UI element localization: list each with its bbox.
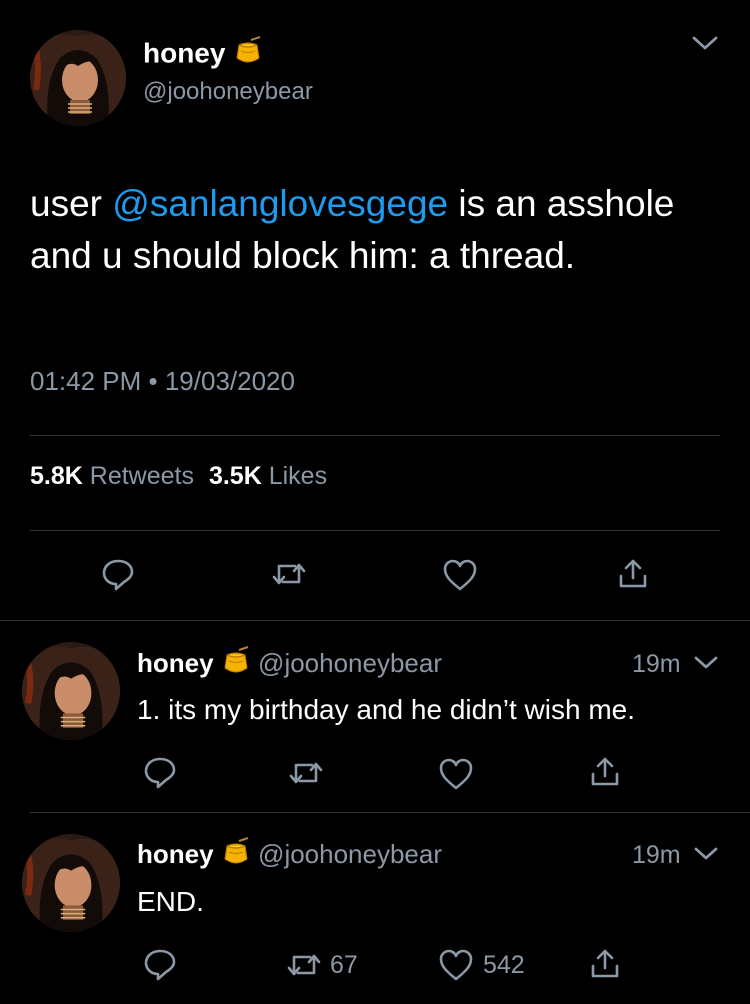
retweet-icon[interactable] (288, 757, 324, 789)
likes-stat[interactable]: 3.5K Likes (209, 462, 327, 490)
mention-link[interactable]: @sanlanglovesgege (112, 183, 448, 224)
honey-pot-icon (221, 646, 251, 684)
tweet-time: 19m (632, 841, 681, 869)
divider (30, 812, 750, 813)
likes-count: 3.5K (208, 462, 262, 490)
retweet-count: 67 (330, 951, 358, 979)
likes-label: Likes (268, 462, 328, 490)
display-name[interactable]: honey (137, 648, 214, 678)
honey-pot-icon (221, 837, 251, 875)
avatar[interactable] (22, 642, 120, 740)
reply-icon[interactable] (100, 556, 136, 592)
divider (30, 530, 720, 531)
retweets-count: 5.8K (30, 462, 83, 490)
like-icon[interactable] (442, 558, 478, 592)
divider (0, 620, 750, 621)
chevron-down-icon[interactable] (692, 845, 720, 863)
honey-pot-icon (233, 36, 263, 74)
share-icon[interactable] (588, 946, 622, 982)
display-name[interactable]: honey (137, 839, 214, 869)
retweets-label: Retweets (89, 462, 194, 490)
retweets-stat[interactable]: 5.8K Retweets (30, 462, 201, 490)
share-icon[interactable] (616, 556, 650, 592)
tweet-time: 19m (632, 650, 681, 678)
retweet-icon[interactable] (286, 949, 322, 981)
tweet-timestamp: 01:42 PM • 19/03/2020 (30, 366, 295, 396)
avatar[interactable] (22, 834, 120, 932)
avatar[interactable] (30, 30, 126, 126)
display-name[interactable]: honey (143, 37, 225, 68)
chevron-down-icon[interactable] (692, 654, 720, 672)
reply-icon[interactable] (142, 754, 178, 790)
like-icon[interactable] (438, 757, 474, 791)
chevron-down-icon[interactable] (690, 34, 720, 54)
tweet-text: END. (137, 886, 204, 917)
user-handle[interactable]: @joohoneybear (258, 648, 442, 678)
like-icon[interactable] (438, 948, 474, 982)
tweet-text: user @sanlanglovesgege is an asshole and… (30, 178, 690, 282)
reply-icon[interactable] (142, 946, 178, 982)
user-handle[interactable]: @joohoneybear (143, 78, 313, 106)
tweet-stats: 5.8K Retweets 3.5K Likes (30, 462, 327, 491)
tweet-text: 1. its my birthday and he didn’t wish me… (137, 694, 636, 725)
like-count: 542 (483, 951, 525, 979)
share-icon[interactable] (588, 754, 622, 790)
retweet-icon[interactable] (271, 558, 307, 590)
user-handle[interactable]: @joohoneybear (258, 839, 442, 869)
tweet-text-prefix: user (30, 183, 113, 224)
divider (30, 435, 720, 436)
